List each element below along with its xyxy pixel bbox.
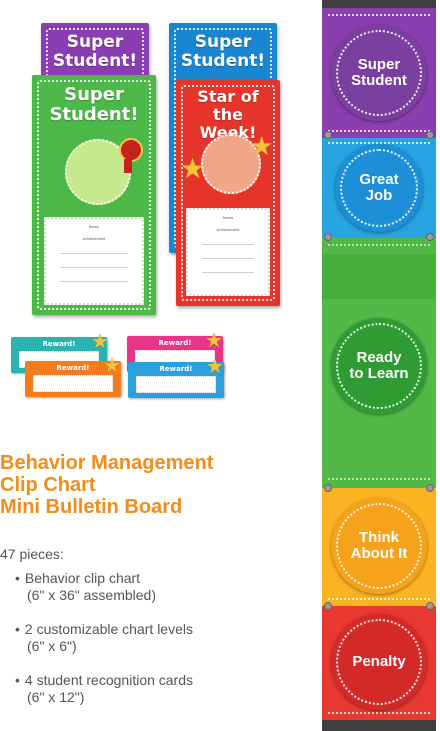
form-line — [60, 253, 128, 254]
card-green: Super Student! Name Achievement — [32, 75, 156, 315]
chart-level-super-student: Super Student — [322, 8, 436, 138]
bullet-sub: (6" x 36" assembled) — [27, 587, 156, 603]
chart-dots — [328, 598, 430, 600]
level-label-line: Ready — [356, 349, 402, 366]
star-icon: ★ — [91, 329, 109, 353]
level-label: Super Student — [331, 57, 427, 89]
product-title-line: Clip Chart — [0, 474, 96, 496]
product-title-line: Mini Bulletin Board — [0, 496, 183, 518]
bullet-dot: • — [15, 672, 20, 688]
level-label-line: Job — [365, 187, 393, 204]
star-icon: ★ — [103, 353, 121, 377]
form-line — [202, 258, 254, 259]
card-title: Super Student! — [180, 32, 266, 71]
chart-level-penalty: Penalty — [322, 606, 436, 720]
level-label: Great Job — [335, 172, 423, 204]
star-icon: ★ — [180, 152, 206, 185]
form-achievement-label: Achievement — [82, 237, 106, 241]
form-line — [202, 272, 254, 273]
chart-level-ready-to-learn: Ready to Learn — [322, 238, 436, 488]
bullet-main: 4 student recognition cards — [24, 672, 194, 688]
chart-dots — [328, 478, 430, 480]
reward-box — [136, 376, 216, 393]
achievement-form: Name Achievement — [186, 208, 270, 296]
chart-dots — [328, 712, 430, 714]
product-title: Behavior Management Clip Chart Mini Bull… — [0, 452, 300, 518]
chart-level-great-job: Great Job — [322, 138, 436, 238]
form-line — [202, 244, 254, 245]
level-label-line: About It — [350, 545, 408, 562]
bullet-main: Behavior clip chart — [24, 570, 141, 586]
reward-card-orange: Reward! ★ — [25, 355, 121, 397]
clip-chart: Super Student Great Job Ready to Learn T… — [322, 0, 436, 731]
level-badge: Super Student — [331, 25, 427, 121]
binding-hole — [426, 484, 434, 492]
form-achievement-label: Achievement — [216, 228, 240, 232]
level-badge: Think About It — [331, 498, 427, 594]
star-icon: ★ — [206, 354, 224, 378]
bullet-dot: • — [15, 621, 20, 637]
reward-box — [33, 375, 113, 392]
binding-hole — [324, 233, 332, 241]
reward-card-blue: Reward! ★ — [128, 356, 224, 398]
card-red: Star of the Week! ★ ★ Name Achievement — [176, 80, 280, 306]
bullet-item: • Behavior clip chart (6" x 36" assembled… — [15, 570, 156, 604]
chart-dots — [328, 244, 430, 246]
bullet-sub: (6" x 6") — [27, 638, 77, 654]
pieces-count: 47 pieces: — [0, 546, 64, 562]
star-icon: ★ — [205, 328, 223, 352]
chart-dots — [328, 14, 430, 16]
level-label: Penalty — [331, 654, 427, 670]
chart-stripe — [322, 254, 436, 299]
level-badge: Great Job — [335, 144, 423, 232]
form-name-label: Name — [222, 216, 234, 220]
card-title: Super Student! — [49, 84, 139, 125]
achievement-form: Name Achievement — [44, 217, 144, 305]
binding-hole — [426, 602, 434, 610]
card-title: Super Student! — [52, 32, 138, 71]
product-title-line: Behavior Management — [0, 452, 214, 474]
bullet-dot: • — [15, 570, 20, 586]
binding-hole — [324, 131, 332, 139]
binding-hole — [324, 484, 332, 492]
chart-level-think-about-it: Think About It — [322, 488, 436, 606]
level-label: Think About It — [331, 530, 427, 562]
binding-hole — [324, 602, 332, 610]
bullet-sub: (6" x 12") — [27, 689, 85, 705]
level-badge: Ready to Learn — [331, 318, 427, 414]
level-label: Ready to Learn — [331, 350, 427, 382]
star-icon: ★ — [250, 132, 274, 162]
level-label-line: Penalty — [352, 653, 406, 670]
level-badge: Penalty — [331, 614, 427, 710]
chart-dots — [328, 130, 430, 132]
bullet-item: • 4 student recognition cards (6" x 12") — [15, 672, 193, 706]
level-label-line: Super — [357, 56, 401, 73]
form-name-label: Name — [88, 225, 100, 229]
form-line — [60, 267, 128, 268]
form-line — [60, 281, 128, 282]
bullet-item: • 2 customizable chart levels (6" x 6") — [15, 621, 193, 655]
bullet-main: 2 customizable chart levels — [24, 621, 193, 637]
level-label-line: Great — [359, 171, 399, 188]
ribbon-tail-icon — [124, 159, 132, 173]
level-label-line: to Learn — [349, 365, 409, 382]
binding-hole — [426, 233, 434, 241]
level-label-line: Student — [351, 72, 407, 89]
binding-hole — [426, 131, 434, 139]
level-label-line: Think — [359, 529, 399, 546]
